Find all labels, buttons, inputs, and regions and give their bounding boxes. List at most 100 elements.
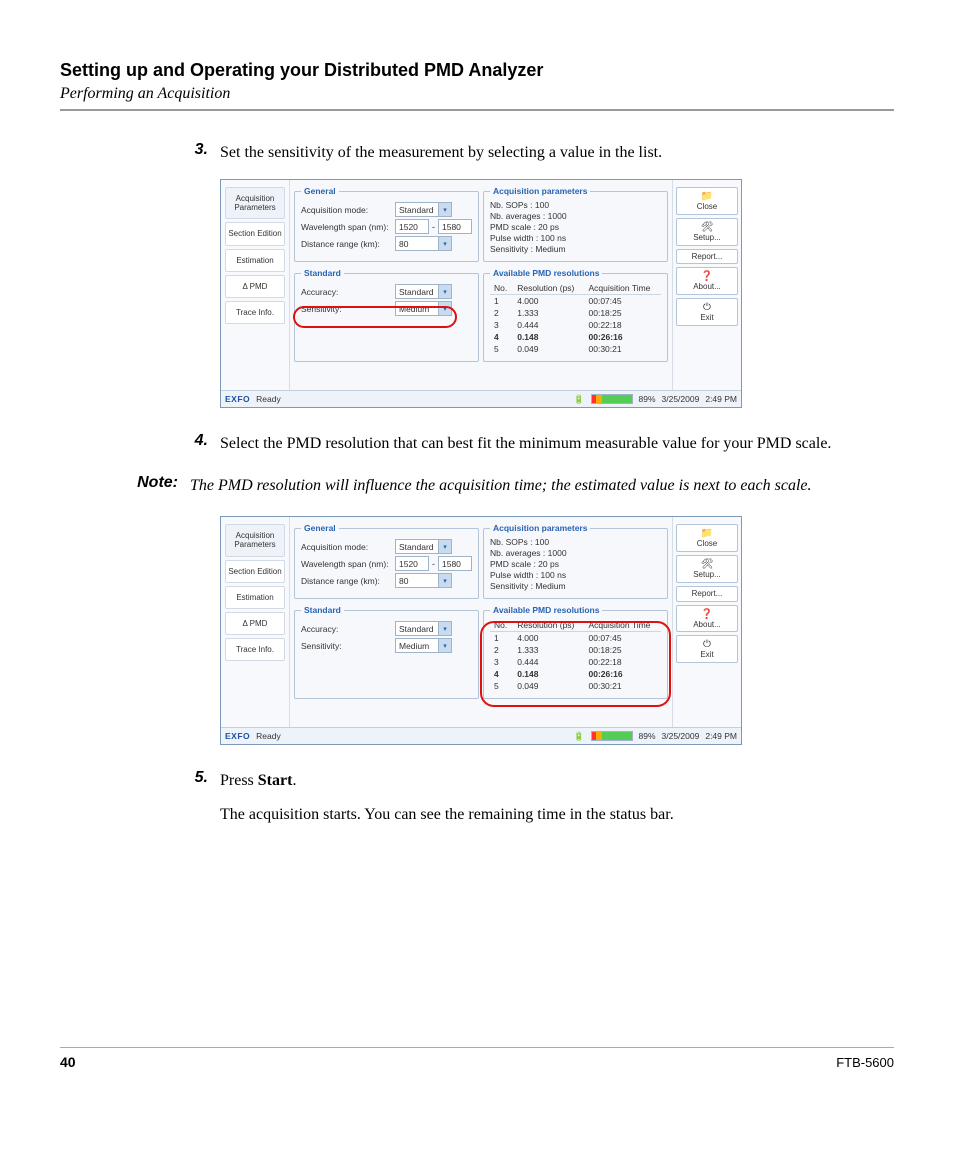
- step-text: Press Start. The acquisition starts. You…: [220, 769, 894, 827]
- screenshot-sensitivity: Acquisition Parameters Section Edition E…: [220, 179, 894, 408]
- input-wavelength-to[interactable]: 1580: [438, 219, 472, 234]
- table-row[interactable]: 40.14800:26:16: [490, 668, 661, 680]
- exit-button[interactable]: ⏻Exit: [676, 298, 738, 326]
- chevron-down-icon: ▾: [438, 237, 451, 250]
- nav-acquisition-parameters[interactable]: Acquisition Parameters: [225, 187, 285, 219]
- status-battery-icon: 🔋: [574, 731, 585, 742]
- cell: 00:18:25: [585, 307, 661, 319]
- legend-general: General: [301, 523, 339, 533]
- question-icon: ❓: [677, 271, 737, 282]
- table-row[interactable]: 50.04900:30:21: [490, 343, 661, 355]
- combo-accuracy[interactable]: Standard▾: [395, 621, 452, 636]
- combo-value: Standard: [396, 287, 438, 297]
- combo-accuracy[interactable]: Standard ▾: [395, 284, 452, 299]
- button-label: About...: [693, 620, 721, 629]
- combo-value: Standard: [396, 205, 438, 215]
- button-label: Setup...: [693, 233, 721, 242]
- label-wavelength-span: Wavelength span (nm):: [301, 222, 395, 232]
- exit-button[interactable]: ⏻Exit: [676, 635, 738, 663]
- label-distance-range: Distance range (km):: [301, 576, 395, 586]
- label-sensitivity: Sensitivity:: [301, 304, 395, 314]
- report-button[interactable]: Report...: [676, 249, 738, 265]
- app-window: Acquisition Parameters Section Edition E…: [220, 516, 742, 745]
- folder-icon: 📁: [677, 191, 737, 202]
- input-wavelength-from[interactable]: 1520: [395, 219, 429, 234]
- combo-acquisition-mode[interactable]: Standard ▾: [395, 202, 452, 217]
- resolutions-table[interactable]: No. Resolution (ps) Acquisition Time 14.…: [490, 619, 661, 692]
- label-acquisition-mode: Acquisition mode:: [301, 542, 395, 552]
- combo-value: Standard: [396, 624, 438, 634]
- close-button[interactable]: 📁Close: [676, 524, 738, 552]
- table-row[interactable]: 50.04900:30:21: [490, 680, 661, 692]
- cell: 00:22:18: [585, 656, 661, 668]
- page-subheading: Performing an Acquisition: [60, 85, 894, 103]
- combo-value: 80: [396, 576, 438, 586]
- table-row[interactable]: 21.33300:18:25: [490, 307, 661, 319]
- cell: 1: [490, 632, 513, 645]
- cell: 0.049: [513, 680, 584, 692]
- nav-estimation[interactable]: Estimation: [225, 586, 285, 609]
- label-acquisition-mode: Acquisition mode:: [301, 205, 395, 215]
- table-row[interactable]: 14.00000:07:45: [490, 295, 661, 308]
- legend-standard: Standard: [301, 605, 344, 615]
- legend-general: General: [301, 186, 339, 196]
- label-sensitivity: Sensitivity:: [301, 641, 395, 651]
- combo-acquisition-mode[interactable]: Standard▾: [395, 539, 452, 554]
- table-row[interactable]: 21.33300:18:25: [490, 644, 661, 656]
- nav-section-edition[interactable]: Section Edition: [225, 560, 285, 583]
- nav-delta-pmd[interactable]: Δ PMD: [225, 612, 285, 635]
- acquisition-parameters-list: Nb. SOPs : 100 Nb. averages : 1000 PMD s…: [490, 200, 661, 255]
- param-line: PMD scale : 20 ps: [490, 559, 661, 570]
- label-accuracy: Accuracy:: [301, 624, 395, 634]
- param-line: Nb. SOPs : 100: [490, 200, 661, 211]
- status-text: Ready: [256, 394, 281, 404]
- table-row[interactable]: 14.00000:07:45: [490, 632, 661, 645]
- status-date: 3/25/2009: [662, 394, 700, 404]
- table-row[interactable]: 40.14800:26:16: [490, 331, 661, 343]
- legend-resolutions: Available PMD resolutions: [490, 268, 602, 278]
- nav-acquisition-parameters[interactable]: Acquisition Parameters: [225, 524, 285, 556]
- about-button[interactable]: ❓About...: [676, 605, 738, 633]
- note-text: The PMD resolution will influence the ac…: [190, 474, 894, 498]
- brand-label: EXFO: [225, 394, 250, 404]
- chevron-down-icon: ▾: [438, 302, 451, 315]
- fieldset-resolutions: Available PMD resolutions No. Resolution…: [483, 268, 668, 362]
- brand-label: EXFO: [225, 731, 250, 741]
- report-button[interactable]: Report...: [676, 586, 738, 602]
- setup-button[interactable]: 🛠Setup...: [676, 218, 738, 246]
- combo-distance-range[interactable]: 80▾: [395, 573, 452, 588]
- nav-section-edition[interactable]: Section Edition: [225, 222, 285, 245]
- param-line: PMD scale : 20 ps: [490, 222, 661, 233]
- legend-standard: Standard: [301, 268, 344, 278]
- app-window: Acquisition Parameters Section Edition E…: [220, 179, 742, 408]
- nav-estimation[interactable]: Estimation: [225, 249, 285, 272]
- status-time: 2:49 PM: [705, 731, 737, 741]
- input-wavelength-to[interactable]: 1580: [438, 556, 472, 571]
- cell: 1: [490, 295, 513, 308]
- legend-resolutions: Available PMD resolutions: [490, 605, 602, 615]
- table-row[interactable]: 30.44400:22:18: [490, 319, 661, 331]
- cell: 00:30:21: [585, 680, 661, 692]
- col-resolution: Resolution (ps): [513, 282, 584, 295]
- combo-sensitivity[interactable]: Medium▾: [395, 638, 452, 653]
- nav-trace-info[interactable]: Trace Info.: [225, 301, 285, 324]
- setup-button[interactable]: 🛠Setup...: [676, 555, 738, 583]
- nav-delta-pmd[interactable]: Δ PMD: [225, 275, 285, 298]
- cell: 00:26:16: [585, 668, 661, 680]
- step-text-bold: Start: [258, 772, 293, 789]
- table-row[interactable]: 30.44400:22:18: [490, 656, 661, 668]
- about-button[interactable]: ❓About...: [676, 267, 738, 295]
- close-button[interactable]: 📁Close: [676, 187, 738, 215]
- page-footer: 40 FTB-5600: [60, 1047, 894, 1070]
- button-label: Exit: [700, 313, 713, 322]
- nav-trace-info[interactable]: Trace Info.: [225, 638, 285, 661]
- folder-icon: 📁: [677, 528, 737, 539]
- resolutions-table[interactable]: No. Resolution (ps) Acquisition Time 14.…: [490, 282, 661, 355]
- cell: 1.333: [513, 307, 584, 319]
- col-no: No.: [490, 282, 513, 295]
- main-panel: General Acquisition mode: Standard ▾ Wav…: [290, 180, 672, 390]
- combo-sensitivity[interactable]: Medium ▾: [395, 301, 452, 316]
- fieldset-general: General Acquisition mode: Standard ▾ Wav…: [294, 186, 479, 262]
- input-wavelength-from[interactable]: 1520: [395, 556, 429, 571]
- combo-distance-range[interactable]: 80 ▾: [395, 236, 452, 251]
